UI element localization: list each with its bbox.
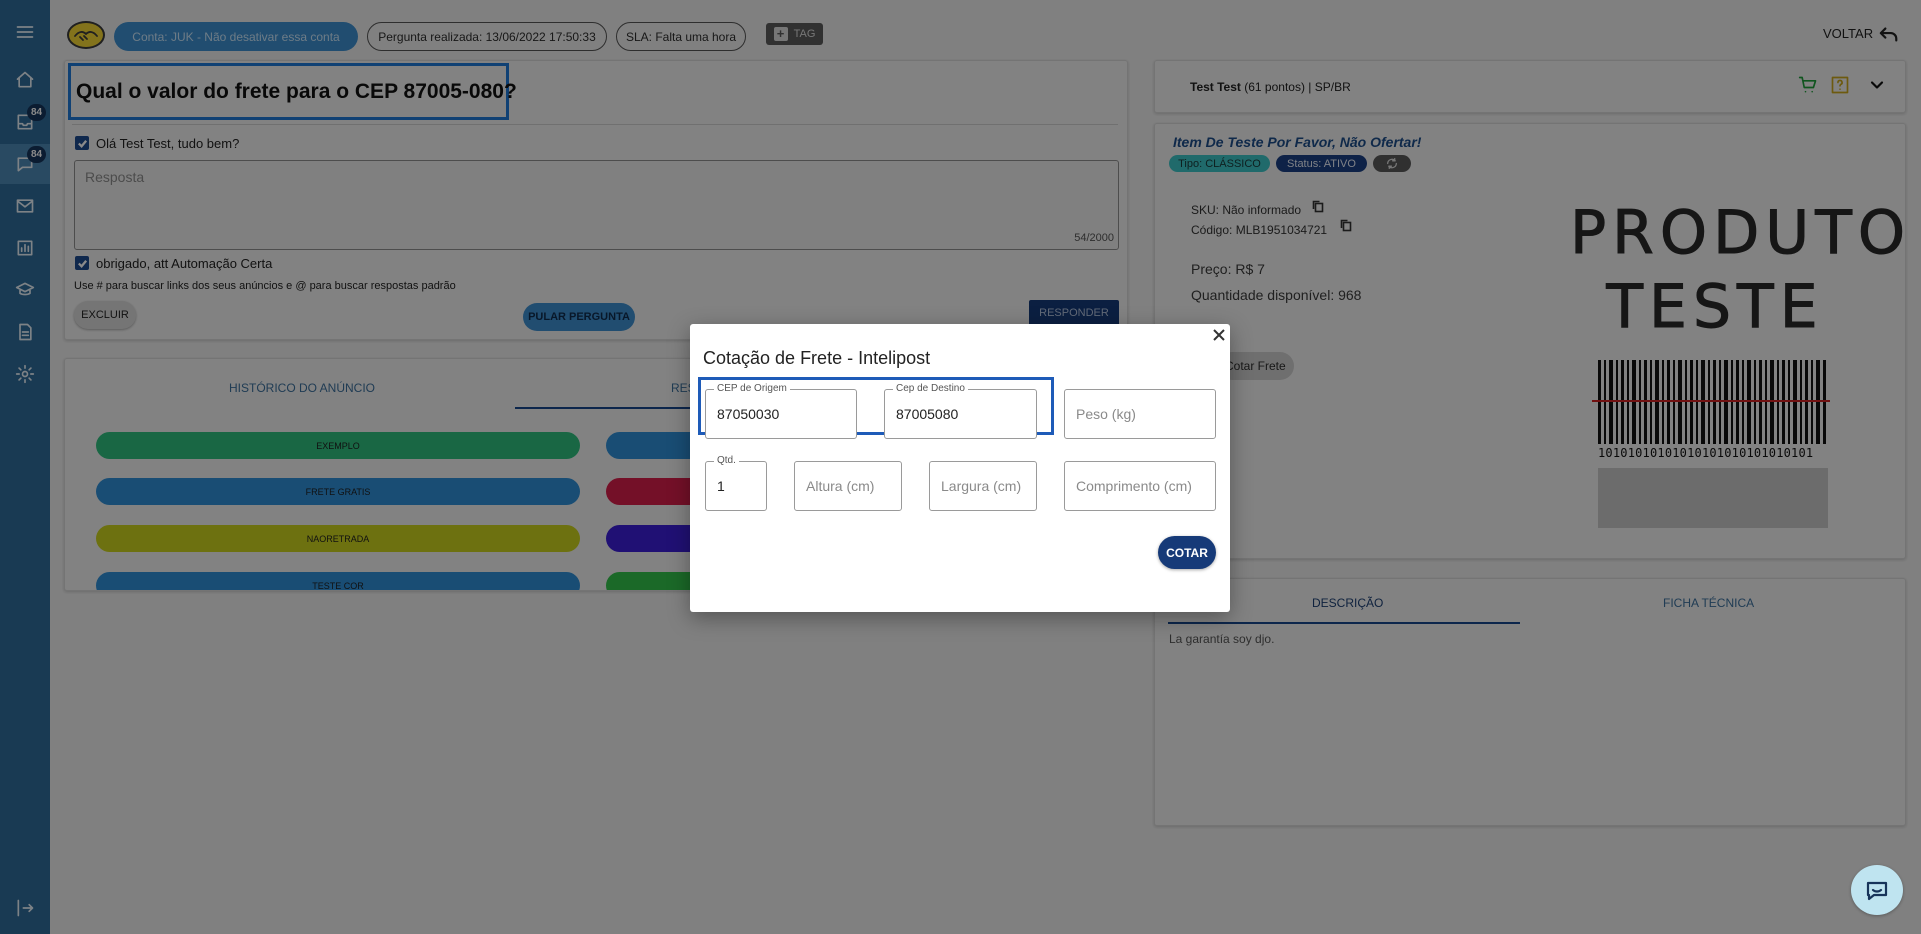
weight-input[interactable]	[1065, 390, 1215, 438]
height-input[interactable]	[795, 462, 901, 510]
quantity-input[interactable]	[706, 462, 766, 510]
weight-field[interactable]	[1064, 389, 1216, 439]
modal-title: Cotação de Frete - Intelipost	[703, 348, 931, 368]
close-icon[interactable]	[1210, 326, 1228, 344]
destination-cep-field[interactable]: Cep de Destino	[884, 383, 1037, 439]
chat-widget-button[interactable]	[1851, 865, 1903, 915]
length-field[interactable]	[1064, 461, 1216, 511]
length-input[interactable]	[1065, 462, 1215, 510]
chat-bubble-icon	[1866, 881, 1888, 901]
origin-cep-field[interactable]: CEP de Origem	[705, 383, 857, 439]
quote-button[interactable]: COTAR	[1158, 536, 1216, 569]
destination-cep-input[interactable]	[885, 390, 1036, 438]
origin-cep-input[interactable]	[706, 390, 856, 438]
width-field[interactable]	[929, 461, 1037, 511]
width-input[interactable]	[930, 462, 1036, 510]
height-field[interactable]	[794, 461, 902, 511]
shipping-quote-modal: Cotação de Frete - Intelipost CEP de Ori…	[690, 324, 1230, 612]
quantity-field[interactable]: Qtd.	[705, 455, 767, 511]
